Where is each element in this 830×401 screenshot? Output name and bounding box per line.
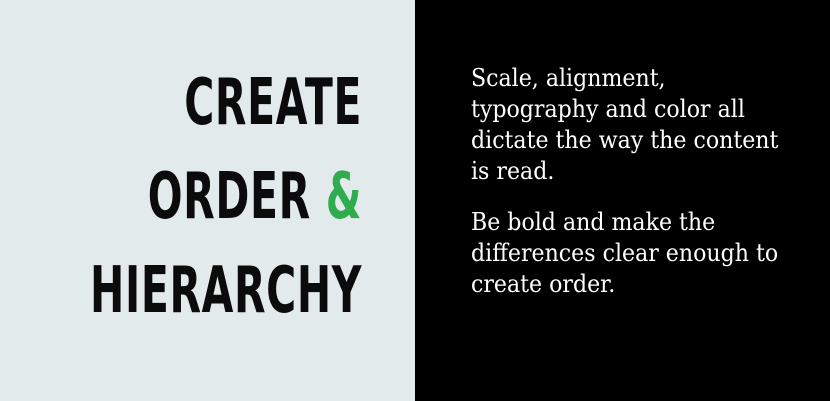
- paragraph-1-line: typography and color all: [471, 95, 745, 123]
- headline-word-hierarchy: HIERARCHY: [89, 254, 362, 328]
- headline-line-1: CREATE: [90, 56, 362, 150]
- paragraph-2-line: create order.: [471, 270, 616, 298]
- paragraph-1-line: dictate the way the content: [471, 126, 779, 154]
- paragraph-1-line: is read.: [471, 157, 555, 185]
- body-copy: Scale, alignment, typography and color a…: [471, 63, 801, 300]
- paragraph-2-line: differences clear enough to: [471, 239, 779, 267]
- paragraph-1: Scale, alignment, typography and color a…: [471, 63, 801, 187]
- left-panel: CREATE ORDER & HIERARCHY: [0, 0, 415, 401]
- headline-line-3: HIERARCHY: [90, 244, 362, 338]
- headline-line-2: ORDER &: [90, 150, 362, 244]
- headline: CREATE ORDER & HIERARCHY: [0, 56, 362, 338]
- paragraph-2: Be bold and make the differences clear e…: [471, 207, 801, 300]
- paragraph-2-line: Be bold and make the: [471, 208, 716, 236]
- headline-word-order: ORDER: [147, 160, 311, 234]
- headline-word-create: CREATE: [184, 66, 362, 140]
- headline-ampersand: &: [325, 160, 362, 234]
- paragraph-1-line: Scale, alignment,: [471, 64, 666, 92]
